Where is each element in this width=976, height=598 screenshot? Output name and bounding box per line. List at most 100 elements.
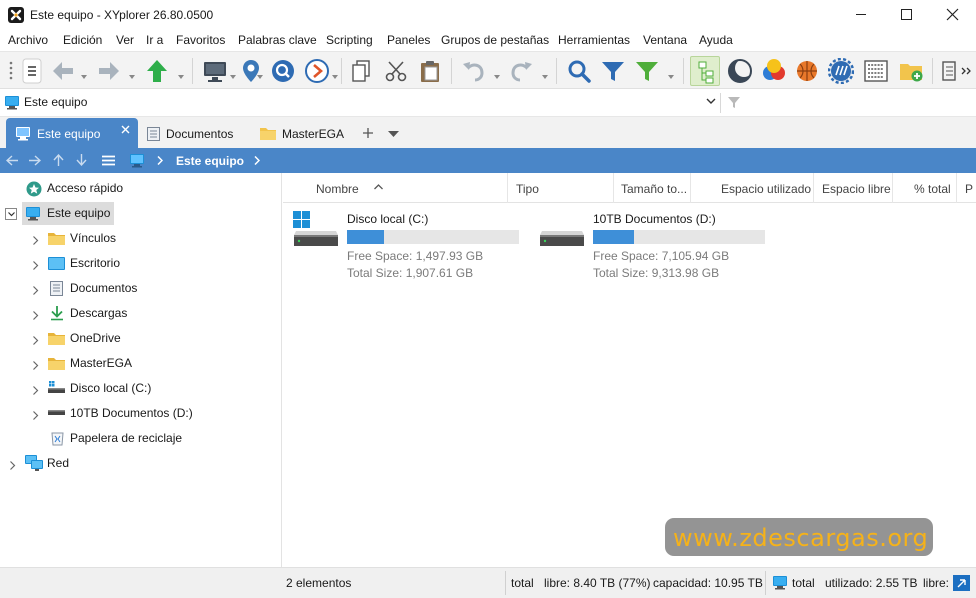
menu-grupos-de-pestanas[interactable]: Grupos de pestañas (441, 33, 549, 47)
location-dropdown-icon[interactable] (257, 68, 263, 79)
forward-button[interactable] (94, 56, 124, 86)
menu-scripting[interactable]: Scripting (326, 33, 373, 47)
go-to-dropdown-icon[interactable] (332, 68, 338, 79)
go-to-button[interactable] (302, 56, 332, 86)
expand-chevron-icon[interactable] (31, 409, 40, 420)
tree-item-descargas[interactable]: Descargas (0, 301, 282, 326)
menu-ayuda[interactable]: Ayuda (699, 33, 733, 47)
column-porcentaje-total[interactable]: % total (893, 173, 957, 203)
find-files-button[interactable] (268, 56, 298, 86)
back-button[interactable] (48, 56, 78, 86)
tree-item-vinculos[interactable]: Vínculos (0, 226, 282, 251)
tree-item-onedrive[interactable]: OneDrive (0, 326, 282, 351)
expand-chevron-icon[interactable] (8, 459, 17, 470)
tree-item-red[interactable]: Red (0, 451, 282, 476)
undo-button[interactable] (458, 56, 488, 86)
address-input[interactable] (24, 92, 704, 112)
column-header: Nombre Tipo Tamaño to... Espacio utiliza… (283, 173, 976, 203)
menu-ir-a[interactable]: Ir a (146, 33, 163, 47)
filter-dropdown-icon[interactable] (668, 68, 674, 79)
tree-item-label: 10TB Documentos (D:) (70, 406, 193, 420)
main-menu-button[interactable] (20, 56, 44, 86)
close-tab-icon[interactable] (121, 125, 130, 134)
column-overflow[interactable]: P (957, 173, 976, 203)
resize-grip-icon[interactable] (953, 575, 970, 591)
tree-item-disco-local-c[interactable]: Disco local (C:) (0, 376, 282, 401)
menu-palabras-clave[interactable]: Palabras clave (238, 33, 317, 47)
tree-item-masterega[interactable]: MasterEGA (0, 351, 282, 376)
dark-mode-button[interactable] (725, 56, 755, 86)
this-pc-button[interactable] (200, 56, 230, 86)
expand-chevron-icon[interactable] (31, 359, 40, 370)
drive-tile-c[interactable]: Disco local (C:) Free Space: 1,497.93 GB… (291, 209, 531, 281)
redo-button[interactable] (507, 56, 537, 86)
tab-masterega[interactable]: MasterEGA (254, 118, 354, 148)
close-button[interactable] (930, 0, 976, 30)
expand-chevron-icon[interactable] (31, 259, 40, 270)
breadcrumb-forward-icon[interactable] (29, 155, 41, 166)
toolbar-overflow-button[interactable] (958, 56, 974, 86)
tree-item-escritorio[interactable]: Escritorio (0, 251, 282, 276)
tree-item-label: Red (47, 456, 70, 470)
column-espacio-utilizado[interactable]: Espacio utilizado (691, 173, 814, 203)
forward-dropdown-icon[interactable] (129, 68, 135, 79)
menu-paneles[interactable]: Paneles (387, 33, 430, 47)
expand-chevron-icon[interactable] (31, 234, 40, 245)
menu-archivo[interactable]: Archivo (8, 33, 48, 47)
column-nombre[interactable]: Nombre (283, 173, 508, 203)
color-filter-button[interactable] (759, 56, 789, 86)
tree-item-este-equipo[interactable]: Este equipo (0, 201, 282, 226)
search-button[interactable] (564, 56, 594, 86)
tree-toggle-button[interactable] (690, 56, 720, 86)
minimize-button[interactable] (838, 0, 884, 30)
chevron-right-icon[interactable] (157, 156, 163, 165)
redo-dropdown-icon[interactable] (542, 68, 548, 79)
paste-button[interactable] (415, 56, 445, 86)
menu-edicion[interactable]: Edición (63, 33, 102, 47)
up-dropdown-icon[interactable] (178, 68, 184, 79)
address-filter-icon[interactable] (727, 96, 741, 109)
breadcrumb-location[interactable]: Este equipo (176, 154, 244, 168)
tab-list-dropdown-icon[interactable] (388, 131, 399, 137)
tab-documentos[interactable]: Documentos (140, 118, 252, 148)
ball-button[interactable] (792, 56, 822, 86)
tree-item-documentos[interactable]: Documentos (0, 276, 282, 301)
menu-herramientas[interactable]: Herramientas (558, 33, 630, 47)
breadcrumb-menu-icon[interactable] (102, 155, 115, 166)
expand-chevron-icon[interactable] (31, 284, 40, 295)
menu-ver[interactable]: Ver (116, 33, 134, 47)
address-history-dropdown-icon[interactable] (706, 98, 716, 105)
filter-button[interactable] (598, 56, 628, 86)
tree-item-label: Documentos (70, 281, 138, 295)
maximize-button[interactable] (884, 0, 930, 30)
copy-button[interactable] (347, 56, 377, 86)
chevron-right-icon[interactable] (254, 156, 260, 165)
undo-dropdown-icon[interactable] (494, 68, 500, 79)
tree-item-10tb-documentos-d[interactable]: 10TB Documentos (D:) (0, 401, 282, 426)
column-espacio-libre[interactable]: Espacio libre (814, 173, 893, 203)
drive-tile-d[interactable]: 10TB Documentos (D:) Free Space: 7,105.9… (537, 209, 777, 281)
visual-filter-button[interactable] (632, 56, 662, 86)
up-button[interactable] (142, 56, 172, 86)
new-folder-button[interactable] (896, 56, 926, 86)
new-tab-plus-icon[interactable] (363, 128, 373, 138)
expand-chevron-icon[interactable] (31, 309, 40, 320)
menu-ventana[interactable]: Ventana (643, 33, 687, 47)
column-tipo[interactable]: Tipo (508, 173, 614, 203)
breadcrumb-down-icon[interactable] (76, 154, 87, 166)
tree-item-papelera-de-reciclaje[interactable]: Papelera de reciclaje (0, 426, 282, 451)
cut-button[interactable] (381, 56, 411, 86)
breadcrumb-back-icon[interactable] (6, 155, 18, 166)
collapse-toggle-icon[interactable] (5, 208, 17, 220)
expand-chevron-icon[interactable] (31, 384, 40, 395)
tree-item-acceso-rapido[interactable]: Acceso rápido (0, 176, 282, 201)
expand-chevron-icon[interactable] (31, 334, 40, 345)
panel-layout-button[interactable] (861, 56, 891, 86)
column-tamano-total[interactable]: Tamaño to... (614, 173, 691, 203)
menu-favoritos[interactable]: Favoritos (176, 33, 225, 47)
back-dropdown-icon[interactable] (81, 68, 87, 79)
settings-button[interactable] (826, 56, 856, 86)
breadcrumb-up-icon[interactable] (53, 154, 64, 166)
panel-toggle-button[interactable] (938, 56, 958, 86)
tab-este-equipo[interactable]: Este equipo (6, 118, 138, 148)
